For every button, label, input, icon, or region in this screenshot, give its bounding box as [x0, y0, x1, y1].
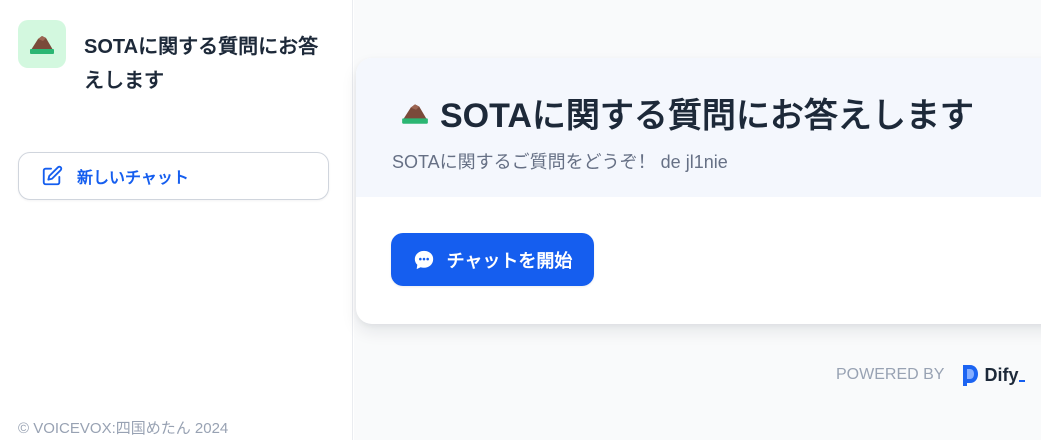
welcome-title-text: SOTAに関する質問にお答えします: [440, 97, 974, 135]
dify-logo[interactable]: Dify: [962, 364, 1026, 386]
main-area: SOTAに関する質問にお答えします SOTAに関するご質問をどうぞ！ de jl…: [354, 0, 1041, 440]
powered-by: POWERED BY Dify: [836, 364, 1026, 386]
new-chat-button[interactable]: 新しいチャット: [18, 152, 329, 200]
start-chat-label: チャットを開始: [446, 250, 573, 271]
edit-icon: [42, 165, 63, 186]
new-chat-label: 新しいチャット: [77, 170, 189, 187]
start-chat-button[interactable]: チャットを開始: [391, 233, 594, 286]
copyright-text: © VOICEVOX:四国めたん 2024: [18, 420, 229, 437]
welcome-title: SOTAに関する質問にお答えします: [400, 88, 974, 137]
mountain-icon: [402, 103, 428, 124]
welcome-card: SOTAに関する質問にお答えします SOTAに関するご質問をどうぞ！ de jl…: [356, 58, 1041, 324]
welcome-header: SOTAに関する質問にお答えします SOTAに関するご質問をどうぞ！ de jl…: [356, 58, 1041, 197]
app-icon: [18, 20, 66, 68]
sidebar: SOTAに関する質問にお答えします 新しいチャット © VOICEVOX:四国め…: [0, 0, 353, 440]
app-title: SOTAに関する質問にお答えします: [84, 36, 319, 92]
mountain-icon: [30, 36, 54, 54]
powered-by-text: POWERED BY: [836, 366, 945, 383]
welcome-description: SOTAに関するご質問をどうぞ！ de jl1nie: [392, 152, 728, 172]
dify-accent-mark: [1019, 380, 1026, 382]
dify-logo-icon: [963, 365, 979, 386]
dify-brand-text: Dify: [984, 364, 1019, 385]
chat-bubble-icon: [414, 250, 433, 269]
